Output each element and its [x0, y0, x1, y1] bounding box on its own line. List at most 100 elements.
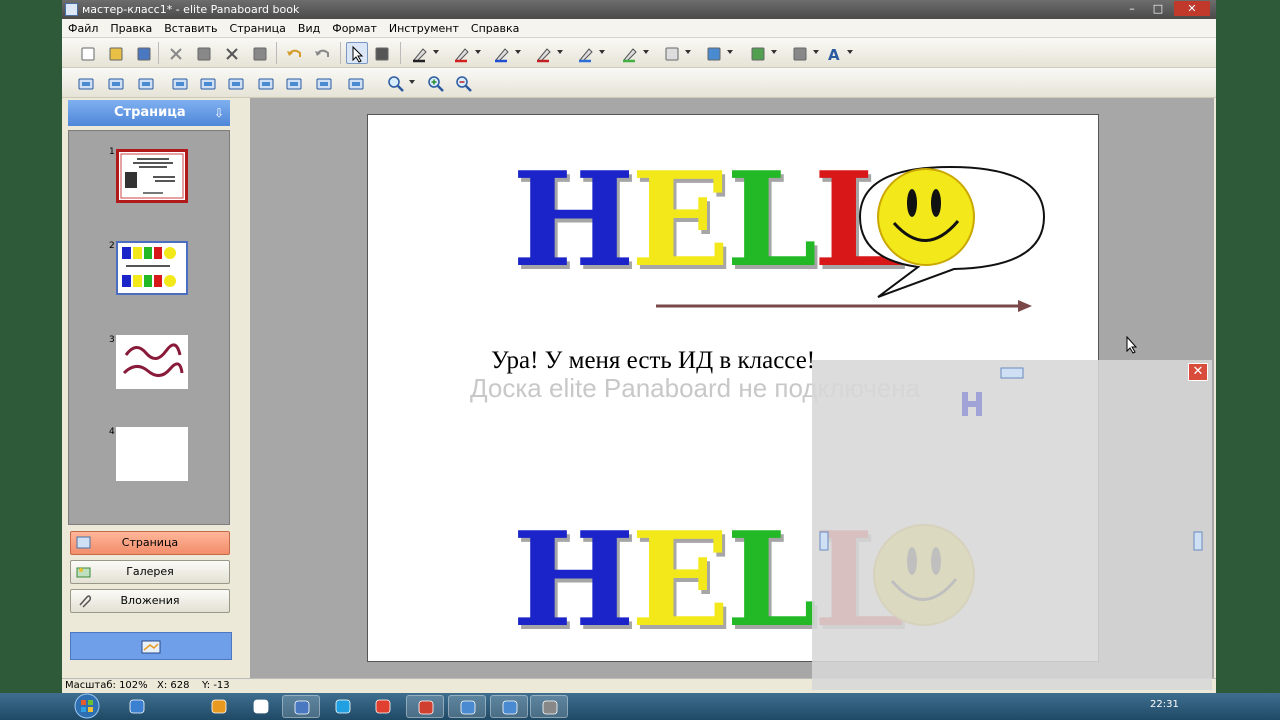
dropdown-arrow-icon[interactable]: [643, 50, 649, 54]
dropdown-arrow-icon[interactable]: [813, 50, 819, 54]
select-button[interactable]: [346, 42, 368, 64]
taskbar-app-window-button[interactable]: [530, 695, 568, 718]
screen-mode-button[interactable]: [344, 72, 366, 94]
next-page-button[interactable]: [134, 72, 156, 94]
menu-tools[interactable]: Инструмент: [383, 19, 465, 38]
page-thumbnail-4[interactable]: [116, 427, 188, 481]
menu-file[interactable]: Файл: [62, 19, 104, 38]
toolbar-separator: [276, 42, 277, 64]
add-page-button[interactable]: [74, 72, 96, 94]
highlighter-green-button[interactable]: [618, 42, 640, 64]
taskbar-panaboard-button[interactable]: [448, 695, 486, 718]
overlay-close-button[interactable]: ✕: [1188, 363, 1208, 381]
stamp-button[interactable]: [312, 72, 334, 94]
save-button[interactable]: [132, 42, 154, 64]
arrange-icon: [793, 47, 807, 61]
menu-insert[interactable]: Вставить: [158, 19, 223, 38]
pen-red2-icon: [537, 48, 551, 63]
screen-capture-icon: [172, 78, 188, 90]
dropdown-arrow-icon[interactable]: [475, 50, 481, 54]
sidebar-mode-button[interactable]: [70, 632, 232, 660]
page-thumbnail-3[interactable]: [116, 335, 188, 389]
menu-format[interactable]: Формат: [326, 19, 383, 38]
maximize-button[interactable]: □: [1146, 1, 1170, 16]
prev-page-button[interactable]: [104, 72, 126, 94]
page-thumbnails[interactable]: 1 2 3 4: [68, 130, 230, 525]
redo-button[interactable]: [310, 42, 332, 64]
dropdown-arrow-icon[interactable]: [557, 50, 563, 54]
open-button[interactable]: [104, 42, 126, 64]
side-handle-right-icon[interactable]: [1192, 530, 1204, 552]
taskbar-panaboard-book-button[interactable]: [490, 695, 528, 718]
paste-button[interactable]: [248, 42, 270, 64]
taskbar-shield-button[interactable]: [242, 695, 280, 718]
menu-page[interactable]: Страница: [224, 19, 292, 38]
text-tool-button[interactable]: A: [822, 42, 844, 64]
scissors-select-button[interactable]: [370, 42, 392, 64]
nav-page-button[interactable]: Страница: [70, 531, 230, 555]
zoom-button[interactable]: [384, 72, 406, 94]
keyboard-button[interactable]: [282, 72, 304, 94]
new-button[interactable]: [76, 42, 98, 64]
arrange-button[interactable]: [788, 42, 810, 64]
dropdown-arrow-icon[interactable]: [685, 50, 691, 54]
pen-red-button[interactable]: [450, 42, 472, 64]
shapes-button[interactable]: [746, 42, 768, 64]
dropdown-arrow-icon[interactable]: [847, 50, 853, 54]
taskbar-skype-button[interactable]: [324, 695, 362, 718]
dropdown-arrow-icon[interactable]: [771, 50, 777, 54]
marker-blue-button[interactable]: [574, 42, 596, 64]
screen-capture-button[interactable]: [168, 72, 190, 94]
zoom-in-icon: [428, 76, 444, 92]
speech-bubble[interactable]: [858, 155, 1058, 305]
undo-button[interactable]: [282, 42, 304, 64]
copy-button[interactable]: [192, 42, 214, 64]
close-button[interactable]: ✕: [1174, 1, 1210, 16]
line-button[interactable]: [702, 42, 724, 64]
screen-button[interactable]: [254, 72, 276, 94]
gallery-icon: [76, 567, 91, 578]
delete-button[interactable]: [220, 42, 242, 64]
windows-start-icon[interactable]: [70, 693, 104, 720]
page-caption[interactable]: Ура! У меня есть ИД в классе!: [491, 347, 815, 375]
camera-button[interactable]: [196, 72, 218, 94]
zoom-in-button[interactable]: [424, 72, 446, 94]
nav-attachments-button[interactable]: Вложения: [70, 589, 230, 613]
taskbar-clock[interactable]: 22:31: [1150, 699, 1179, 710]
shapes-icon: [751, 47, 765, 61]
page-thumbnail-2[interactable]: [116, 241, 188, 295]
dropdown-arrow-icon[interactable]: [433, 50, 439, 54]
taskbar-ie-button[interactable]: [118, 695, 156, 718]
menu-help[interactable]: Справка: [465, 19, 525, 38]
page-thumbnail-1[interactable]: [116, 149, 188, 203]
menu-edit[interactable]: Правка: [104, 19, 158, 38]
hello-h-ghost-icon: [962, 392, 982, 416]
taskbar-chrome-button[interactable]: [364, 695, 402, 718]
window-capture-button[interactable]: [224, 72, 246, 94]
panaboard-overlay-panel[interactable]: ✕: [812, 360, 1212, 690]
attachment-icon: [79, 595, 92, 608]
zoom-out-button[interactable]: [452, 72, 474, 94]
pen-red2-button[interactable]: [532, 42, 554, 64]
arrow-line[interactable]: [654, 298, 1034, 314]
side-handle-left-icon[interactable]: [818, 530, 830, 552]
dropdown-arrow-icon[interactable]: [515, 50, 521, 54]
pen-black-button[interactable]: [408, 42, 430, 64]
page-sidebar: Страница ⇩ 1 2 3 4 Страница Галерея Влож…: [66, 98, 232, 678]
eraser-button[interactable]: [660, 42, 682, 64]
nav-gallery-button[interactable]: Галерея: [70, 560, 230, 584]
taskbar-presentation-button[interactable]: [406, 695, 444, 718]
taskbar-explorer-save-button[interactable]: [282, 695, 320, 718]
hello-word-top[interactable]: HELL: [512, 155, 905, 285]
taskbar-media-player-button[interactable]: [200, 695, 238, 718]
menu-view[interactable]: Вид: [292, 19, 326, 38]
save-icon: [137, 47, 151, 61]
dropdown-arrow-icon[interactable]: [409, 80, 415, 84]
pen-blue-button[interactable]: [490, 42, 512, 64]
dropdown-arrow-icon[interactable]: [599, 50, 605, 54]
dropdown-arrow-icon[interactable]: [727, 50, 733, 54]
pin-icon[interactable]: ⇩: [214, 106, 224, 120]
cut-button[interactable]: [164, 42, 186, 64]
delete-icon: [226, 48, 238, 60]
minimize-button[interactable]: –: [1120, 1, 1144, 16]
